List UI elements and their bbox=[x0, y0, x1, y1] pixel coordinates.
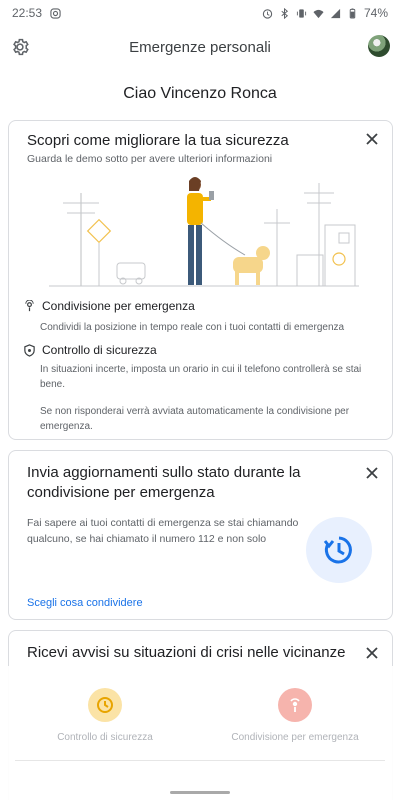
emergency-sharing-button[interactable]: Condivisione per emergenza bbox=[200, 666, 390, 762]
settings-gear-icon[interactable] bbox=[10, 37, 30, 57]
feature-safety-check: Controllo di sicurezza bbox=[23, 343, 157, 357]
status-right: 74% bbox=[262, 6, 388, 20]
location-pin-icon bbox=[25, 299, 34, 311]
bluetooth-icon bbox=[281, 7, 289, 19]
instagram-icon bbox=[50, 7, 61, 19]
app-bar: Emergenze personali bbox=[0, 30, 400, 64]
signal-icon bbox=[330, 8, 341, 18]
feature-title: Controllo di sicurezza bbox=[42, 343, 157, 357]
wifi-icon bbox=[313, 9, 324, 18]
divider bbox=[15, 760, 385, 761]
feature-body: Condividi la posizione in tempo reale co… bbox=[40, 322, 345, 333]
battery-level: 74% bbox=[363, 6, 388, 20]
safety-check-icon bbox=[88, 688, 122, 722]
feature-emergency-sharing: Condivisione per emergenza bbox=[23, 299, 195, 313]
account-avatar[interactable] bbox=[368, 35, 390, 57]
safety-illustration bbox=[49, 177, 359, 287]
status-updates-card: Invia aggiornamenti sullo stato durante … bbox=[8, 450, 393, 620]
card-body: Fai sapere ai tuoi contatti di emergenza… bbox=[27, 517, 299, 545]
shield-icon bbox=[24, 343, 35, 357]
card-title: Scopri come migliorare la tua sicurezza bbox=[27, 132, 289, 149]
safety-tips-card: Scopri come migliorare la tua sicurezza … bbox=[8, 120, 393, 440]
alarm-icon bbox=[262, 8, 273, 19]
feature-body-extra: Se non risponderai verrà avviata automat… bbox=[40, 406, 350, 432]
choose-what-to-share-link[interactable]: Scegli cosa condividere bbox=[27, 597, 143, 609]
history-clock-icon bbox=[323, 536, 352, 564]
card-subtitle: Guarda le demo sotto per avere ulteriori… bbox=[27, 153, 273, 165]
card-title: Invia aggiornamenti sullo stato durante … bbox=[27, 464, 301, 501]
history-illustration bbox=[306, 517, 372, 583]
feature-title: Condivisione per emergenza bbox=[42, 299, 195, 313]
status-left: 22:53 bbox=[12, 6, 61, 20]
greeting: Ciao Vincenzo Ronca bbox=[123, 85, 277, 102]
bottom-action-sheet: Controllo di sicurezza Condivisione per … bbox=[0, 666, 400, 800]
card-title: Ricevi avvisi su situazioni di crisi nel… bbox=[27, 644, 346, 661]
gesture-navigation-bar[interactable] bbox=[170, 791, 230, 794]
close-icon[interactable] bbox=[364, 465, 380, 481]
broadcast-icon bbox=[290, 698, 300, 712]
close-icon[interactable] bbox=[364, 645, 380, 661]
safety-check-button[interactable]: Controllo di sicurezza bbox=[10, 666, 200, 762]
close-icon[interactable] bbox=[364, 131, 380, 147]
feature-body: In situazioni incerte, imposta un orario… bbox=[40, 364, 362, 390]
action-label: Controllo di sicurezza bbox=[57, 732, 153, 743]
status-bar: 22:53 74% bbox=[0, 0, 400, 26]
app-title: Emergenze personali bbox=[129, 38, 271, 56]
emergency-sharing-icon bbox=[278, 688, 312, 722]
vibrate-icon bbox=[296, 8, 307, 18]
battery-icon bbox=[349, 7, 356, 19]
timer-shield-icon bbox=[97, 697, 113, 713]
action-label: Condivisione per emergenza bbox=[231, 732, 359, 743]
status-time: 22:53 bbox=[12, 6, 43, 20]
